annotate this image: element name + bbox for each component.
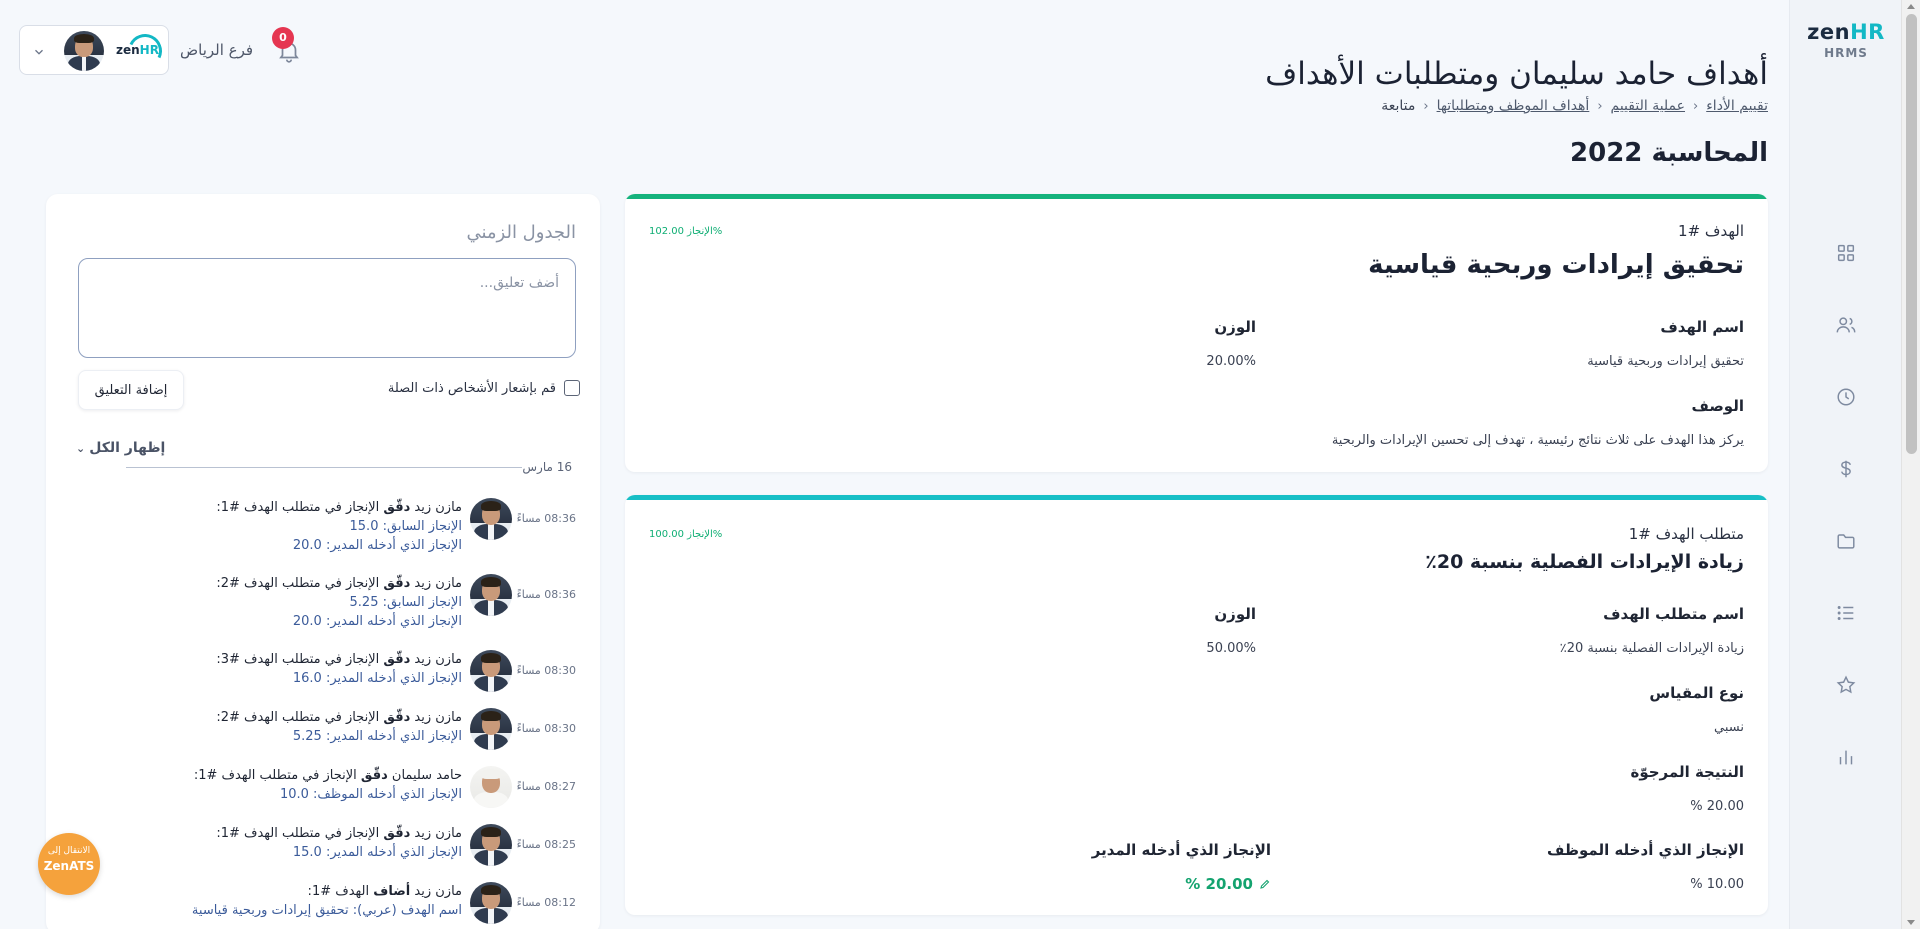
timeline-item: 08:27 مساءً حامد سليمان دقّق الإنجاز في … (106, 766, 576, 818)
date-divider (126, 467, 522, 468)
timeline-time: 08:36 مساءً (516, 588, 576, 601)
folder-icon[interactable] (1835, 530, 1857, 552)
requirement-title: زيادة الإيرادات الفصلية بنسبة 20٪ (1425, 551, 1744, 573)
goal-title: تحقيق إيرادات وربحية قياسية (1368, 250, 1744, 280)
sidebar: zenHR HRMS (1789, 0, 1901, 929)
breadcrumb-performance[interactable]: تقييم الأداء (1706, 98, 1768, 114)
manager-achievement-value: % 20.00 (1185, 875, 1253, 893)
goal-achievement: الإنجاز 102.00% (649, 226, 723, 237)
requirement-card: الإنجاز 100.00% متطلب الهدف #1 زيادة الإ… (625, 495, 1768, 915)
page-title: أهداف حامد سليمان ومتطلبات الأهداف (1265, 56, 1768, 92)
logo-subtitle: HRMS (1824, 46, 1868, 60)
goal-description-label: الوصف (1691, 397, 1744, 415)
timeline-time: 08:36 مساءً (516, 512, 576, 525)
company-logo: zenHR (112, 29, 167, 73)
branch-name[interactable]: فرع الرياض (180, 41, 253, 59)
page-scrollbar[interactable] (1901, 0, 1920, 929)
list-icon[interactable] (1835, 602, 1857, 624)
goal-card-accent (625, 194, 1768, 199)
avatar (470, 708, 512, 750)
requirement-label: متطلب الهدف #1 (1628, 525, 1744, 543)
clock-icon[interactable] (1835, 386, 1857, 408)
goal-description-value: يركز هذا الهدف على ثلاث نتائج رئيسية ، ت… (1331, 433, 1744, 448)
notify-label: قم بإشعار الأشخاص ذات الصلة (387, 380, 556, 396)
expected-result-label: النتيجة المرجوّة (1630, 763, 1744, 781)
avatar (470, 824, 512, 866)
chevron-down-icon[interactable] (32, 44, 46, 58)
zenats-shortcut-button[interactable]: الانتقال إلى ZenATS (38, 833, 100, 895)
timeline-time: 08:12 مساءً (516, 896, 576, 909)
notification-badge: 0 (272, 27, 294, 49)
expected-result-value: % 20.00 (1690, 799, 1744, 814)
chevron-left-icon: ‹ (1597, 98, 1603, 114)
breadcrumb-goals[interactable]: أهداف الموظف ومتطلباتها (1437, 98, 1590, 114)
timeline-item: 08:30 مساءً مازن زيد دقّق الإنجاز في متط… (106, 708, 576, 760)
timeline-item: 08:36 مساءً مازن زيد دقّق الإنجاز في متط… (216, 498, 576, 553)
pencil-icon[interactable] (1259, 878, 1271, 890)
manager-achievement[interactable]: % 20.00 (1185, 875, 1271, 893)
date-label: 16 مارس (522, 460, 572, 474)
metric-type-value: نسبي (1714, 720, 1744, 735)
show-all-button[interactable]: ⌄ إظهار الكل (76, 440, 165, 456)
goal-card: الإنجاز 102.00% الهدف #1 تحقيق إيرادات و… (625, 194, 1768, 472)
star-icon[interactable] (1835, 674, 1857, 696)
avatar (470, 498, 512, 540)
avatar (470, 574, 512, 616)
bar-chart-icon[interactable] (1835, 746, 1857, 768)
users-icon[interactable] (1835, 314, 1857, 336)
employee-achievement-label: الإنجاز الذي أدخله الموظف (1547, 841, 1744, 859)
dollar-icon[interactable] (1835, 458, 1857, 480)
chevron-left-icon: ‹ (1693, 98, 1699, 114)
timeline-item: 08:25 مساءً مازن زيد دقّق الإنجاز في متط… (106, 824, 576, 876)
avatar (470, 882, 512, 924)
goal-name-label: اسم الهدف (1660, 318, 1744, 336)
requirement-name-value: زيادة الإيرادات الفصلية بنسبة 20٪ (1559, 641, 1744, 656)
goal-weight-label: الوزن (1214, 318, 1256, 336)
metric-type-label: نوع المقياس (1649, 684, 1744, 702)
comment-input[interactable]: أضف تعليق... (78, 258, 576, 358)
avatar (64, 31, 104, 71)
requirement-name-label: اسم متطلب الهدف (1603, 605, 1744, 623)
timeline-time: 08:27 مساءً (516, 780, 576, 793)
add-comment-button[interactable]: إضافة التعليق (78, 370, 184, 410)
manager-achievement-label: الإنجاز الذي أدخله المدير (1091, 841, 1271, 859)
timeline-item: 08:36 مساءً مازن زيد دقّق الإنجاز في متط… (216, 574, 576, 629)
timeline-item: 08:30 مساءً مازن زيد دقّق الإنجاز في متط… (106, 650, 576, 702)
zenhr-logo[interactable]: zenHR HRMS (1790, 20, 1902, 60)
goal-weight-value: 20.00% (1206, 354, 1256, 369)
avatar (470, 650, 512, 692)
breadcrumb: تقييم الأداء ‹ عملية التقييم ‹ أهداف الم… (1381, 98, 1768, 114)
profile-switcher[interactable]: zenHR (19, 25, 169, 75)
timeline-time: 08:25 مساءً (516, 838, 576, 851)
zenats-name: ZenATS (43, 859, 95, 873)
breadcrumb-current: متابعة (1381, 98, 1416, 114)
requirement-weight-label: الوزن (1214, 605, 1256, 623)
section-title: المحاسبة 2022 (1570, 138, 1768, 168)
notify-related-toggle[interactable]: قم بإشعار الأشخاص ذات الصلة (388, 380, 580, 396)
timeline-item: 08:12 مساءً مازن زيد أضاف الهدف #1: اسم … (106, 882, 576, 929)
breadcrumb-evaluation[interactable]: عملية التقييم (1611, 98, 1686, 114)
notify-checkbox[interactable] (564, 380, 580, 396)
goal-label: الهدف #1 (1678, 222, 1744, 240)
requirement-weight-value: 50.00% (1206, 641, 1256, 656)
timeline-time: 08:30 مساءً (516, 664, 576, 677)
employee-achievement-value: % 10.00 (1690, 877, 1744, 892)
requirement-card-accent (625, 495, 1768, 500)
avatar (470, 766, 512, 808)
chevron-left-icon: ‹ (1423, 98, 1429, 114)
scroll-up-arrow[interactable] (1907, 4, 1915, 9)
timeline-time: 08:30 مساءً (516, 722, 576, 735)
grid-icon[interactable] (1835, 242, 1857, 264)
scroll-thumb[interactable] (1906, 14, 1917, 454)
goal-name-value: تحقيق إيرادات وربحية قياسية (1587, 354, 1744, 369)
scroll-down-arrow[interactable] (1907, 920, 1915, 925)
timeline-panel: الجدول الزمني أضف تعليق... إضافة التعليق… (46, 194, 600, 929)
comment-placeholder: أضف تعليق... (479, 275, 559, 291)
chevron-down-icon: ⌄ (76, 442, 86, 455)
requirement-achievement: الإنجاز 100.00% (649, 529, 723, 540)
zenats-label: الانتقال إلى (47, 846, 91, 856)
timeline-title: الجدول الزمني (466, 222, 576, 243)
